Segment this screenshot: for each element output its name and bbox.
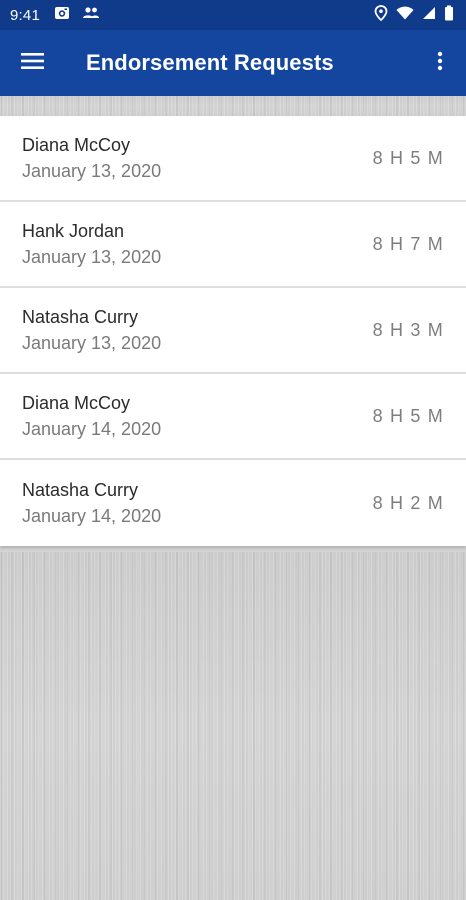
request-duration: 8 H 5 M xyxy=(372,147,444,168)
list-item[interactable]: Diana McCoy January 13, 2020 8 H 5 M xyxy=(0,116,466,202)
request-duration: 8 H 3 M xyxy=(372,319,444,340)
endorsement-request-list: Diana McCoy January 13, 2020 8 H 5 M Han… xyxy=(0,116,466,546)
status-time: 9:41 xyxy=(10,6,40,24)
request-info: Natasha Curry January 13, 2020 xyxy=(22,306,161,354)
people-icon xyxy=(82,6,100,25)
requester-name: Natasha Curry xyxy=(22,307,139,327)
request-date: January 13, 2020 xyxy=(22,247,162,267)
header-background-strip xyxy=(0,96,466,116)
location-icon xyxy=(374,4,388,26)
status-bar: 9:41 xyxy=(0,0,466,30)
request-date: January 14, 2020 xyxy=(22,506,162,526)
overflow-menu-icon xyxy=(437,51,443,76)
signal-icon xyxy=(422,6,436,25)
page-title: Endorsement Requests xyxy=(86,50,334,75)
request-date: January 13, 2020 xyxy=(22,161,162,181)
app-bar: Endorsement Requests xyxy=(0,30,466,96)
list-item[interactable]: Natasha Curry January 14, 2020 8 H 2 M xyxy=(0,460,466,546)
requester-name: Hank Jordan xyxy=(22,221,125,241)
request-duration: 8 H 7 M xyxy=(372,233,444,254)
request-duration: 8 H 2 M xyxy=(372,492,444,513)
list-item[interactable]: Natasha Curry January 13, 2020 8 H 3 M xyxy=(0,288,466,374)
camera-icon xyxy=(54,5,70,26)
request-duration: 8 H 5 M xyxy=(372,405,444,426)
list-item[interactable]: Diana McCoy January 14, 2020 8 H 5 M xyxy=(0,374,466,460)
request-info: Diana McCoy January 13, 2020 xyxy=(22,134,161,182)
battery-icon xyxy=(444,5,454,26)
request-date: January 13, 2020 xyxy=(22,333,162,353)
list-item[interactable]: Hank Jordan January 13, 2020 8 H 7 M xyxy=(0,202,466,288)
request-info: Hank Jordan January 13, 2020 xyxy=(22,220,161,268)
requester-name: Diana McCoy xyxy=(22,135,131,155)
request-info: Natasha Curry January 14, 2020 xyxy=(22,479,161,527)
requester-name: Natasha Curry xyxy=(22,480,139,500)
hamburger-menu-icon xyxy=(21,52,45,75)
navigation-menu-button[interactable] xyxy=(0,30,66,96)
overflow-menu-button[interactable] xyxy=(414,30,466,96)
request-info: Diana McCoy January 14, 2020 xyxy=(22,392,161,440)
empty-background xyxy=(0,552,466,900)
requester-name: Diana McCoy xyxy=(22,393,131,413)
request-date: January 14, 2020 xyxy=(22,419,162,439)
wifi-icon xyxy=(396,6,414,25)
status-icons-left xyxy=(54,5,100,26)
status-icons-right xyxy=(374,4,454,26)
